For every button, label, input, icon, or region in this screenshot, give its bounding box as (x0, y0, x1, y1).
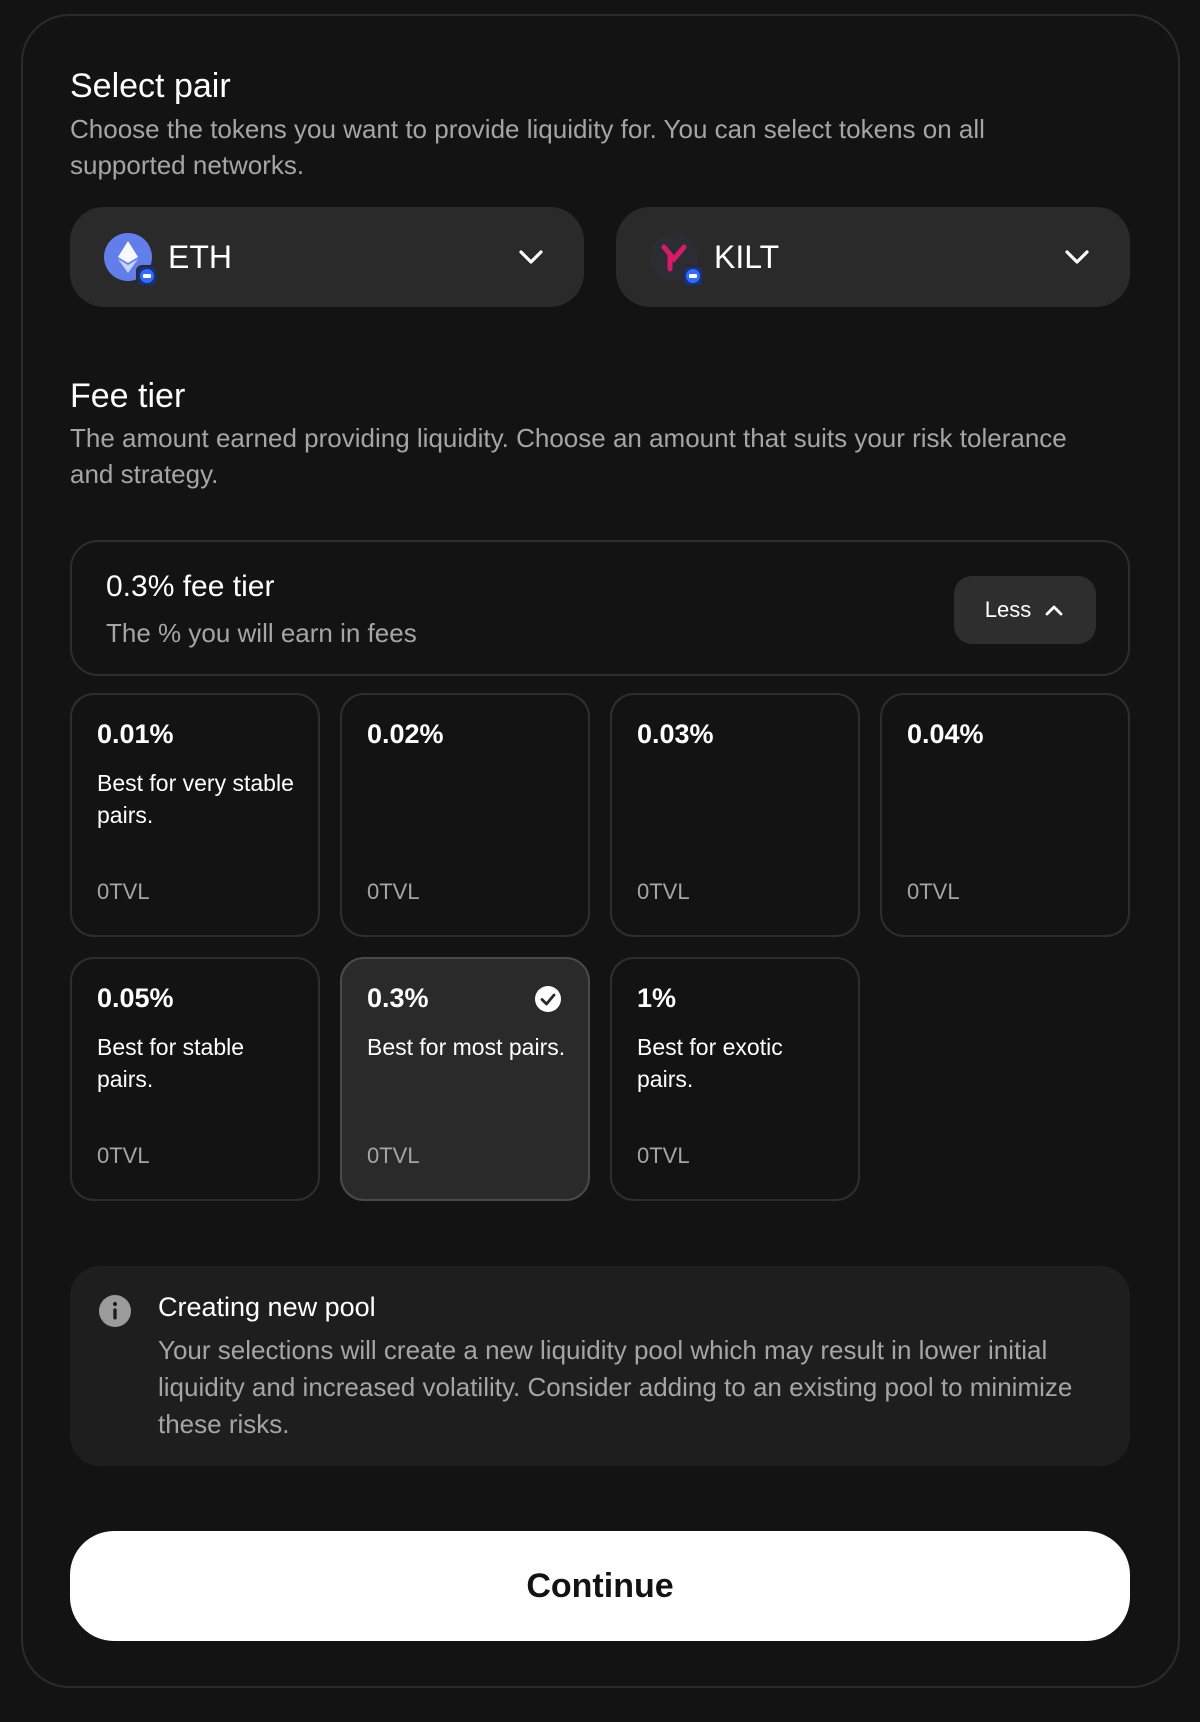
fee-tier-option-1[interactable]: 1% Best for exotic pairs. 0TVL (610, 957, 860, 1201)
eth-icon (104, 233, 158, 287)
token-a-symbol: ETH (168, 238, 232, 275)
tier-tvl: 0TVL (637, 879, 690, 904)
tier-description: Best for exotic pairs. (637, 1034, 783, 1092)
tier-value: 1% (637, 983, 677, 1013)
tier-value: 0.01% (97, 719, 174, 749)
check-circle-icon (535, 986, 561, 1012)
network-badge-icon (682, 265, 704, 287)
selected-fee-tier-subtitle: The % you will earn in fees (106, 618, 417, 648)
fee-tier-option-0.04[interactable]: 0.04% 0TVL (880, 693, 1130, 937)
tier-tvl: 0TVL (97, 1143, 150, 1168)
fee-tier-option-0.01[interactable]: 0.01% Best for very stable pairs. 0TVL (70, 693, 320, 937)
fee-tier-option-0.05[interactable]: 0.05% Best for stable pairs. 0TVL (70, 957, 320, 1201)
tier-tvl: 0TVL (367, 879, 420, 904)
fee-tier-description: The amount earned providing liquidity. C… (70, 423, 1067, 489)
fee-tier-option-0.3[interactable]: 0.3% Best for most pairs. 0TVL (340, 957, 590, 1201)
less-toggle-label: Less (984, 597, 1032, 622)
token-b-symbol: KILT (714, 238, 780, 275)
fee-tier-option-0.03[interactable]: 0.03% 0TVL (610, 693, 860, 937)
new-pool-notice: Creating new pool Your selections will c… (70, 1266, 1130, 1466)
less-toggle-button[interactable]: Less (954, 576, 1096, 644)
select-pair-description: Choose the tokens you want to provide li… (70, 114, 985, 180)
chevron-up-icon (1045, 605, 1063, 616)
tier-description: Best for most pairs. (367, 1034, 566, 1060)
fee-tier-option-0.02[interactable]: 0.02% 0TVL (340, 693, 590, 937)
kilt-icon (650, 233, 704, 287)
tier-tvl: 0TVL (97, 879, 150, 904)
tier-tvl: 0TVL (907, 879, 960, 904)
tier-tvl: 0TVL (637, 1143, 690, 1168)
tier-value: 0.03% (637, 719, 714, 749)
tier-value: 0.04% (907, 719, 984, 749)
tier-value: 0.02% (367, 719, 444, 749)
notice-body: Your selections will create a new liquid… (158, 1335, 1073, 1439)
chevron-down-icon (1065, 250, 1089, 264)
token-b-select[interactable]: KILT (616, 207, 1130, 307)
tier-value: 0.05% (97, 983, 174, 1013)
token-a-select[interactable]: ETH (70, 207, 584, 307)
select-pair-title: Select pair (70, 67, 231, 105)
tier-description: Best for very stable pairs. (97, 770, 294, 828)
tier-tvl: 0TVL (367, 1143, 420, 1168)
info-icon (99, 1295, 131, 1327)
tier-value: 0.3% (367, 983, 429, 1013)
tier-description: Best for stable pairs. (97, 1034, 245, 1092)
continue-button[interactable]: Continue (70, 1531, 1130, 1641)
network-badge-icon (136, 265, 158, 287)
selected-fee-tier-label: 0.3% fee tier (106, 570, 275, 603)
notice-title: Creating new pool (158, 1292, 376, 1322)
selected-fee-tier-box: 0.3% fee tier The % you will earn in fee… (70, 540, 1130, 676)
chevron-down-icon (519, 250, 543, 264)
fee-tier-title: Fee tier (70, 377, 186, 415)
